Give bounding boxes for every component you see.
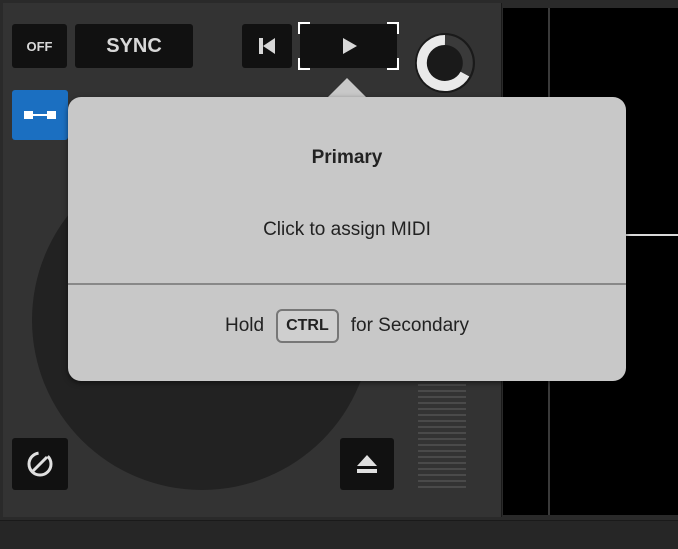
off-button[interactable]: OFF bbox=[12, 24, 67, 68]
tooltip-divider bbox=[68, 283, 626, 285]
link-button[interactable] bbox=[12, 90, 68, 140]
skip-back-icon bbox=[259, 38, 275, 54]
waveform-marker bbox=[623, 234, 678, 236]
link-icon bbox=[24, 111, 56, 119]
play-icon bbox=[342, 38, 357, 54]
keylock-icon bbox=[27, 451, 53, 477]
ctrl-key: CTRL bbox=[276, 309, 339, 343]
eject-button[interactable] bbox=[340, 438, 394, 490]
eject-icon bbox=[357, 455, 377, 473]
hold-label: Hold bbox=[224, 315, 265, 336]
tooltip-arrow bbox=[327, 78, 367, 98]
tooltip-secondary-hint: Hold CTRL for Secondary bbox=[68, 309, 626, 343]
focus-corner bbox=[298, 22, 310, 34]
bottom-bar bbox=[0, 520, 678, 549]
tooltip-title: Primary bbox=[311, 147, 383, 168]
tooltip-action: Click to assign MIDI bbox=[263, 219, 431, 240]
keylock-button[interactable] bbox=[12, 438, 68, 490]
midi-assign-tooltip: Primary Click to assign MIDI Hold CTRL f… bbox=[68, 97, 626, 381]
sync-button[interactable]: SYNC bbox=[75, 24, 193, 68]
secondary-label: for Secondary bbox=[350, 315, 470, 336]
focus-corner bbox=[387, 58, 399, 70]
focus-corner bbox=[298, 58, 310, 70]
play-button[interactable] bbox=[298, 22, 399, 70]
gain-knob[interactable] bbox=[410, 28, 480, 98]
level-meter bbox=[418, 378, 466, 488]
focus-corner bbox=[387, 22, 399, 34]
cue-prev-button[interactable] bbox=[242, 24, 292, 68]
